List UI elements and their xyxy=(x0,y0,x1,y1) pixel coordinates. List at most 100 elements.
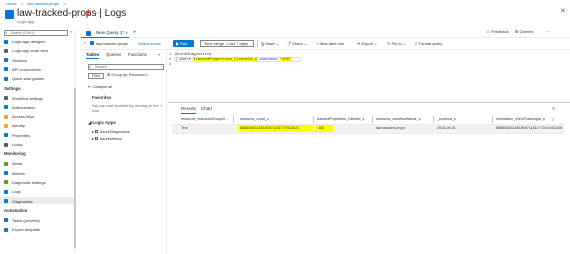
time-range-picker[interactable]: Time range : Last 7 days xyxy=(200,40,254,47)
sidebar-item-quick-start-guides[interactable]: Quick start guides xyxy=(4,75,44,82)
sidebar-item-locks[interactable]: Locks xyxy=(4,141,22,148)
breadcrumb-sep: > xyxy=(20,1,24,6)
ellipsis-icon[interactable]: ⋯ xyxy=(95,11,101,17)
sidebar-icon xyxy=(4,171,8,176)
columns-icon[interactable]: ≡ xyxy=(552,118,554,122)
sidebar-item-access-keys[interactable]: Access keys xyxy=(4,113,34,120)
collapse-pane-button[interactable]: « xyxy=(158,52,160,57)
nav-scrollbar-thumb[interactable] xyxy=(74,88,76,248)
collapse-all-button[interactable]: ⇤ Collapse all xyxy=(88,85,112,90)
col-divider[interactable] xyxy=(233,116,234,123)
tab-tables[interactable]: Tables xyxy=(86,52,100,60)
sidebar-item-label: Export template xyxy=(12,227,41,233)
col-divider[interactable] xyxy=(313,116,314,123)
sidebar-item-diagnostic-settings[interactable]: Diagnostic settings xyxy=(4,179,46,186)
nav-section-heading: Automation xyxy=(4,207,28,213)
close-icon[interactable]: ✕ xyxy=(560,8,566,15)
col-header-workflow-name[interactable]: resource_workflowName_s xyxy=(376,117,420,122)
breadcrumb-resource[interactable]: law-tracked-props xyxy=(27,1,59,6)
col-header-run-id[interactable]: resource_runId_s xyxy=(240,117,269,122)
save-button[interactable]: 🖫 Save ⌄ xyxy=(261,42,279,46)
sidebar-item-identity[interactable]: Identity xyxy=(4,122,25,129)
favorites-heading: Favorites xyxy=(92,95,112,100)
tab-chart[interactable]: Chart xyxy=(201,106,212,112)
sidebar-item-logic-app-designer[interactable]: Logic app designer xyxy=(4,38,46,45)
query-icon xyxy=(86,31,91,36)
filter-button[interactable]: Filter xyxy=(88,73,104,79)
sidebar-item-label: Tasks (preview) xyxy=(12,217,40,223)
sidebar-item-label: Locks xyxy=(12,142,23,147)
breadcrumb: Home > law-tracked-props > xyxy=(6,2,69,6)
col-divider[interactable] xyxy=(492,116,493,123)
sidebar-item-export-template[interactable]: Export template xyxy=(4,226,40,233)
sidebar-item-workflow-settings[interactable]: Workflow settings xyxy=(4,95,43,102)
search-results-icon[interactable]: ⌕ xyxy=(552,106,555,112)
queries-link[interactable]: ⊞ Queries xyxy=(515,30,533,34)
nav-search-input[interactable]: Search (Ctrl+/) xyxy=(4,30,68,36)
sidebar-item-metrics[interactable]: Metrics xyxy=(4,170,25,177)
sidebar-item-diagnostics[interactable]: Diagnostics xyxy=(4,198,33,205)
select-scope-link[interactable]: Select scope xyxy=(138,42,161,46)
sidebar-item-logic-app-code-view[interactable]: Logic app code view xyxy=(4,47,48,54)
tab-label: New Query 1* xyxy=(96,30,125,35)
add-tab-button[interactable]: + xyxy=(133,30,137,36)
pin-to-button[interactable]: ✎ Pin to ⌄ xyxy=(387,42,406,46)
pin-icon[interactable]: 📌 xyxy=(84,11,91,17)
sidebar-item-label: Versions xyxy=(12,57,28,63)
sidebar-icon xyxy=(4,123,8,128)
schema-pane xyxy=(80,50,167,254)
table-icon xyxy=(94,137,98,140)
sidebar-icon xyxy=(4,218,8,223)
breadcrumb-home[interactable]: Home xyxy=(6,1,17,6)
table-azure-metrics[interactable]: ▸ AzureMetrics xyxy=(92,137,122,142)
toolbar-divider xyxy=(257,40,258,47)
sidebar-item-tasks-preview-[interactable]: Tasks (preview) xyxy=(4,217,40,224)
col-header-correlation[interactable]: correlation_clientTrackingId_s xyxy=(496,117,545,122)
more-options-button[interactable]: ⋯ xyxy=(546,30,550,34)
sidebar-item-properties[interactable]: Properties xyxy=(4,132,30,139)
tab-results[interactable]: Results xyxy=(181,106,197,114)
share-button[interactable]: ⤴ Share ⌄ xyxy=(287,42,307,46)
sidebar-icon xyxy=(4,161,8,166)
collapse-nav-button[interactable]: « xyxy=(70,30,72,34)
close-tab-icon[interactable]: ✕ xyxy=(125,31,128,35)
logic-app-icon xyxy=(5,10,14,19)
results-splitter[interactable] xyxy=(168,102,570,103)
col-divider[interactable] xyxy=(372,116,373,123)
sidebar-icon xyxy=(4,142,8,147)
sidebar-item-alerts[interactable]: Alerts xyxy=(4,160,22,167)
row-divider xyxy=(172,133,564,134)
table-cell: 456 xyxy=(318,126,325,130)
workspace-icon xyxy=(90,41,94,45)
tab-functions[interactable]: Functions xyxy=(128,52,147,57)
feedback-link[interactable]: ☺ Feedback xyxy=(486,30,509,34)
sidebar-item-authorization[interactable]: Authorization xyxy=(4,104,35,111)
sidebar-item-label: Quick start guides xyxy=(12,76,45,82)
sidebar-item-logs[interactable]: Logs xyxy=(4,188,21,195)
sidebar-icon xyxy=(4,114,8,119)
sidebar-item-label: Diagnostics xyxy=(12,198,33,204)
table-azure-diagnostics[interactable]: ▸ AzureDiagnostics xyxy=(92,130,130,135)
sidebar-item-api-connections[interactable]: API connections xyxy=(4,66,41,73)
export-button[interactable]: ↦ Export ⌄ xyxy=(357,42,378,46)
sidebar-icon xyxy=(4,180,8,185)
col-divider[interactable] xyxy=(433,116,434,123)
expand-icon[interactable]: « xyxy=(84,41,86,46)
col-header-client-id[interactable]: trackedProperties_ClientId_s xyxy=(317,117,364,122)
sidebar-item-label: Workflow settings xyxy=(12,95,44,101)
sidebar-item-label: Identity xyxy=(12,123,25,129)
col-header-schema[interactable]: _schema_s xyxy=(437,117,456,122)
header-divider xyxy=(172,124,564,125)
table-cell: Test xyxy=(181,126,188,130)
format-query-button[interactable]: ≡ Format query xyxy=(415,42,442,46)
logic-apps-group[interactable]: ◢ Logic Apps xyxy=(88,120,116,125)
col-header-resource-group[interactable]: resource_resourceGroupN... xyxy=(181,117,228,122)
code-line-2: | where trackedProperties_ClientId_s con… xyxy=(175,58,292,62)
group-by-dropdown[interactable]: ⊞ Group by: Resource t... xyxy=(107,73,151,78)
new-alert-rule-button[interactable]: + New alert rule xyxy=(316,42,344,46)
schema-search-input[interactable]: Search xyxy=(88,64,164,70)
sidebar-item-versions[interactable]: Versions xyxy=(4,57,27,64)
tab-queries[interactable]: Queries xyxy=(106,52,121,57)
page-subtitle: Logic app xyxy=(17,19,35,24)
table-cell: 08585483148186971181772414472 xyxy=(240,126,300,130)
